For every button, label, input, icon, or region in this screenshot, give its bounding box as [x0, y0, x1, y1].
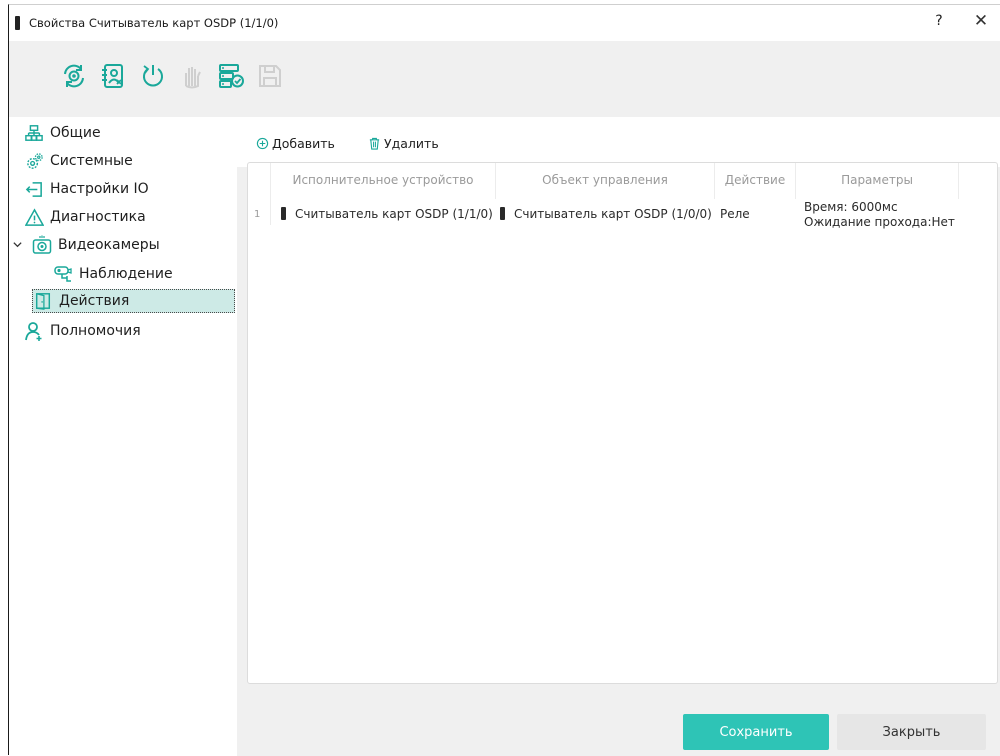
divider: [958, 163, 959, 199]
column-header-action[interactable]: Действие: [715, 173, 795, 193]
device-icon: [281, 207, 286, 220]
network-icon: [24, 123, 44, 143]
actions-panel: Добавить Удалить Исполнительное устройст…: [237, 117, 1000, 756]
tree-item-general[interactable]: Общие: [24, 121, 101, 145]
door-icon: [33, 291, 53, 311]
tree-item-label: Действия: [59, 293, 130, 309]
hand-block-icon[interactable]: [177, 61, 207, 91]
save-button[interactable]: Сохранить: [683, 714, 829, 750]
cell-object-text: Считыватель карт OSDP (1/0/0): [514, 207, 712, 221]
tree-item-surveillance[interactable]: Наблюдение: [53, 262, 173, 286]
settings-tree: Общие Системные Настройки IO Диагностика: [9, 117, 241, 756]
plus-circle-icon: [255, 136, 269, 150]
delete-button[interactable]: Удалить: [367, 133, 439, 153]
close-window-button[interactable]: ✕: [970, 11, 992, 33]
tree-item-label: Наблюдение: [79, 266, 173, 282]
actions-toolbar: Добавить Удалить: [237, 117, 1000, 167]
cell-device: Считыватель карт OSDP (1/1/0): [281, 207, 493, 221]
cell-object: Считыватель карт OSDP (1/0/0): [500, 207, 712, 221]
cell-params-time: Время: 6000мс: [804, 200, 898, 214]
tree-item-label: Видеокамеры: [58, 237, 160, 253]
tree-item-system[interactable]: Системные: [24, 149, 133, 173]
gears-icon: [24, 151, 44, 171]
tree-item-label: Настройки IO: [50, 181, 149, 197]
warning-triangle-icon: [24, 207, 44, 227]
footer: Сохранить Закрыть: [237, 684, 1000, 756]
trash-icon: [367, 136, 381, 150]
server-check-icon[interactable]: [216, 61, 246, 91]
add-label: Добавить: [272, 135, 335, 151]
user-add-icon: [24, 321, 44, 341]
row-number: 1: [254, 209, 261, 220]
tree-item-label: Системные: [50, 153, 133, 169]
device-icon: [500, 207, 505, 220]
tree-item-permissions[interactable]: Полномочия: [24, 319, 141, 343]
camera-icon: [32, 235, 52, 255]
add-button[interactable]: Добавить: [255, 133, 335, 153]
cell-action: Реле: [720, 207, 750, 221]
properties-window: Свойства Считыватель карт OSDP (1/1/0) ?…: [8, 4, 1000, 756]
toolbar: [9, 41, 1000, 118]
window-title: Свойства Считыватель карт OSDP (1/1/0): [29, 16, 279, 30]
device-icon: [15, 16, 20, 30]
cell-params-wait: Ожидание прохода:Нет: [804, 215, 955, 229]
tree-item-io-settings[interactable]: Настройки IO: [24, 177, 149, 201]
io-arrow-icon: [24, 179, 44, 199]
tree-item-actions[interactable]: Действия: [32, 289, 235, 313]
chevron-down-icon[interactable]: [12, 239, 24, 251]
tree-item-label: Диагностика: [50, 209, 146, 225]
tree-item-label: Общие: [50, 125, 101, 141]
column-header-object[interactable]: Объект управления: [496, 173, 714, 193]
save-disk-icon[interactable]: [255, 61, 285, 91]
close-button[interactable]: Закрыть: [837, 714, 986, 750]
column-header-params[interactable]: Параметры: [796, 173, 958, 193]
cctv-icon: [53, 264, 73, 284]
sync-icon[interactable]: [59, 61, 89, 91]
column-header-device[interactable]: Исполнительное устройство: [271, 173, 495, 193]
person-card-icon[interactable]: [98, 61, 128, 91]
actions-table: Исполнительное устройство Объект управле…: [247, 162, 998, 684]
cell-device-text: Считыватель карт OSDP (1/1/0): [295, 207, 493, 221]
help-button[interactable]: ?: [931, 13, 947, 33]
tree-item-cameras[interactable]: Видеокамеры: [32, 233, 160, 257]
tree-item-label: Полномочия: [50, 323, 141, 339]
power-cycle-icon[interactable]: [138, 61, 168, 91]
delete-label: Удалить: [384, 135, 439, 151]
tree-item-diagnostics[interactable]: Диагностика: [24, 205, 146, 229]
title-bar: Свойства Считыватель карт OSDP (1/1/0) ?…: [9, 5, 1000, 41]
